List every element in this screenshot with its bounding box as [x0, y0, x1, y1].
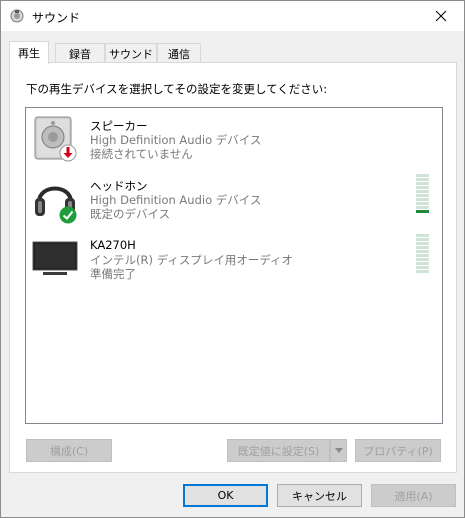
tab-label: サウンド	[109, 47, 153, 61]
tab-strip: 再生 録音 サウンド 通信	[9, 41, 456, 64]
meter-segment	[416, 262, 429, 265]
meter-segment	[416, 202, 429, 205]
chevron-down-icon	[334, 448, 343, 453]
meter-segment	[416, 266, 429, 269]
meter-segment	[416, 258, 429, 261]
sound-app-icon	[10, 9, 24, 23]
tab-label: 再生	[18, 47, 40, 60]
meter-segment	[416, 238, 429, 241]
volume-meter	[416, 234, 429, 274]
tab-label: 通信	[168, 47, 190, 61]
properties-button[interactable]: プロパティ(P)	[355, 439, 441, 462]
meter-segment	[416, 270, 429, 273]
meter-segment	[416, 174, 429, 177]
meter-segment	[416, 234, 429, 237]
cancel-button[interactable]: キャンセル	[277, 484, 362, 507]
meter-segment	[416, 178, 429, 181]
tab-communications[interactable]: 通信	[157, 43, 201, 63]
window-title: サウンド	[32, 11, 81, 25]
meter-segment	[416, 190, 429, 193]
list-item-speaker[interactable]: スピーカー High Definition Audio デバイス 接続されていま…	[26, 112, 442, 174]
device-status: 接続されていません	[90, 147, 193, 161]
meter-segment	[416, 254, 429, 257]
device-status: 準備完了	[90, 267, 136, 281]
close-button[interactable]	[418, 1, 464, 31]
tab-recording[interactable]: 録音	[55, 43, 105, 63]
list-item-monitor[interactable]: KA270H インテル(R) ディスプレイ用オーディオ 準備完了	[26, 232, 442, 294]
meter-segment	[416, 182, 429, 185]
meter-segment	[416, 186, 429, 189]
meter-segment	[416, 242, 429, 245]
set-default-button[interactable]: 既定値に設定(S)	[227, 439, 330, 462]
tab-label: 録音	[69, 47, 91, 61]
apply-button[interactable]: 適用(A)	[371, 484, 456, 507]
device-status: 既定のデバイス	[90, 207, 171, 221]
device-list[interactable]: スピーカー High Definition Audio デバイス 接続されていま…	[25, 107, 443, 424]
meter-segment	[416, 194, 429, 197]
meter-segment	[416, 206, 429, 209]
playback-panel: 下の再生デバイスを選択してその設定を変更してください: スピーカー High D…	[9, 62, 457, 473]
set-default-dropdown-button[interactable]	[330, 439, 347, 462]
disconnected-badge-icon	[59, 144, 77, 162]
ok-button[interactable]: OK	[183, 484, 268, 507]
monitor-icon	[32, 241, 78, 275]
title-bar[interactable]: サウンド	[1, 1, 464, 31]
meter-segment	[416, 210, 429, 213]
tab-sounds[interactable]: サウンド	[105, 43, 157, 63]
meter-segment	[416, 250, 429, 253]
sound-dialog: サウンド 再生 録音 サウンド 通信 下の再生デバイスを選択してその設定を変更し…	[0, 0, 465, 518]
device-name: KA270H	[90, 238, 136, 252]
configure-button[interactable]: 構成(C)	[26, 439, 112, 462]
volume-meter	[416, 174, 429, 214]
default-check-badge-icon	[59, 206, 77, 224]
meter-segment	[416, 198, 429, 201]
meter-segment	[416, 246, 429, 249]
tab-playback[interactable]: 再生	[9, 41, 49, 64]
instruction-text: 下の再生デバイスを選択してその設定を変更してください:	[26, 82, 328, 96]
close-icon	[435, 10, 447, 22]
list-item-headphones[interactable]: ヘッドホン High Definition Audio デバイス 既定のデバイス	[26, 172, 442, 234]
